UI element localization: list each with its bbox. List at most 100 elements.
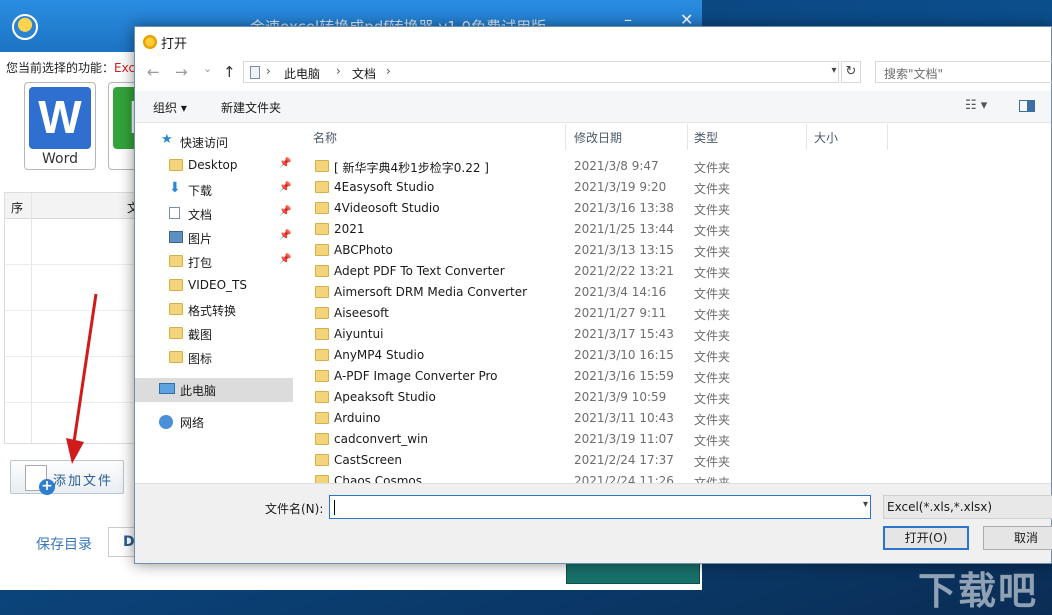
forward-arrow-icon[interactable]: → <box>175 63 188 81</box>
folder-icon <box>315 286 329 298</box>
column-header-type[interactable]: 类型 <box>694 129 718 146</box>
cancel-button[interactable]: 取消 <box>983 526 1052 550</box>
text-caret <box>334 500 335 515</box>
file-row[interactable]: CastScreen 2021/2/24 17:37 文件夹 <box>295 450 1052 471</box>
back-arrow-icon[interactable]: ← <box>147 63 160 81</box>
file-row[interactable]: Apeaksoft Studio 2021/3/9 10:59 文件夹 <box>295 387 1052 408</box>
dialog-footer: 文件名(N): ▾ Excel(*.xls,*.xlsx) 打开(O) 取消 <box>135 483 1052 563</box>
sidebar-item-desktop[interactable]: Desktop 📌 <box>135 154 293 178</box>
file-date: 2021/1/27 9:11 <box>574 306 667 320</box>
file-row[interactable]: cadconvert_win 2021/3/19 11:07 文件夹 <box>295 429 1052 450</box>
refresh-icon[interactable]: ↻ <box>841 61 861 83</box>
file-name: Aiseesoft <box>334 306 389 320</box>
file-type-filter[interactable]: Excel(*.xls,*.xlsx) <box>883 495 1052 519</box>
sidebar-item-this-pc[interactable]: 此电脑 <box>135 378 293 402</box>
sidebar-item-format-convert[interactable]: 格式转换 <box>135 298 293 322</box>
folder-icon <box>315 265 329 277</box>
folder-icon <box>169 303 183 315</box>
word-tool-button[interactable]: W Word <box>24 82 96 170</box>
file-row[interactable]: [ 新华字典4秒1步检字0.22 ] 2021/3/8 9:47 文件夹 <box>295 156 1052 177</box>
recent-locations-icon[interactable]: ⌄ <box>203 62 212 75</box>
file-date: 2021/3/9 10:59 <box>574 390 667 404</box>
folder-icon <box>315 391 329 403</box>
sidebar-item-label: 文档 <box>188 208 213 222</box>
breadcrumb-documents[interactable]: 文档 <box>352 65 376 82</box>
save-directory-input[interactable]: D <box>108 527 136 557</box>
folder-icon <box>315 307 329 319</box>
preview-pane-icon[interactable] <box>1019 100 1035 112</box>
column-header-size[interactable]: 大小 <box>814 129 838 146</box>
folder-icon <box>169 327 183 339</box>
up-arrow-icon[interactable]: ↑ <box>223 63 236 81</box>
word-icon: W <box>29 87 91 149</box>
document-icon <box>169 207 180 219</box>
file-row[interactable]: Aiyuntui 2021/3/17 15:43 文件夹 <box>295 324 1052 345</box>
table-row <box>5 219 143 265</box>
folder-icon <box>315 244 329 256</box>
breadcrumb-this-pc[interactable]: 此电脑 <box>284 65 320 82</box>
sidebar-item-pack[interactable]: 打包 📌 <box>135 250 293 274</box>
sidebar-item-pictures[interactable]: 图片 📌 <box>135 226 293 250</box>
file-row[interactable]: ABCPhoto 2021/3/13 13:15 文件夹 <box>295 240 1052 261</box>
column-divider[interactable] <box>565 124 566 150</box>
file-row[interactable]: 2021 2021/1/25 13:44 文件夹 <box>295 219 1052 240</box>
new-folder-button[interactable]: 新建文件夹 <box>221 99 281 116</box>
sort-ascending-icon: ⌃ <box>431 124 441 131</box>
app-logo-icon <box>12 14 38 40</box>
sidebar-item-screenshots[interactable]: 截图 <box>135 322 293 346</box>
file-type: 文件夹 <box>694 245 731 259</box>
sidebar-item-network[interactable]: 网络 <box>135 410 293 434</box>
folder-icon <box>315 202 329 214</box>
address-bar[interactable]: › 此电脑 › 文档 › <box>243 61 839 83</box>
file-name: 2021 <box>334 222 365 236</box>
search-input[interactable]: 搜索"文档" <box>875 61 1052 83</box>
file-name: Aiyuntui <box>334 327 384 341</box>
sidebar-item-label: 打包 <box>188 256 213 270</box>
column-header-name[interactable]: 名称 <box>313 129 337 146</box>
column-divider[interactable] <box>806 124 807 150</box>
file-row[interactable]: Aimersoft DRM Media Converter 2021/3/4 14… <box>295 282 1052 303</box>
word-tool-label: Word <box>42 151 78 167</box>
file-row[interactable]: Adept PDF To Text Converter 2021/2/22 13:… <box>295 261 1052 282</box>
column-divider[interactable] <box>887 124 888 150</box>
folder-icon <box>315 412 329 424</box>
sidebar-item-downloads[interactable]: ⬇ 下载 📌 <box>135 178 293 202</box>
chevron-down-icon[interactable]: ▾ <box>863 499 868 510</box>
file-date: 2021/3/11 10:43 <box>574 411 674 425</box>
organize-button[interactable]: 组织 ▾ <box>153 99 187 116</box>
sidebar-item-documents[interactable]: 文档 📌 <box>135 202 293 226</box>
sidebar-item-icons[interactable]: 图标 <box>135 346 293 370</box>
sidebar-item-video-ts[interactable]: VIDEO_TS <box>135 274 293 298</box>
open-button[interactable]: 打开(O) <box>883 526 969 550</box>
save-directory-label: 保存目录 <box>36 537 92 553</box>
file-row[interactable]: A-PDF Image Converter Pro 2021/3/16 15:59… <box>295 366 1052 387</box>
column-divider[interactable] <box>687 124 688 150</box>
file-name: Apeaksoft Studio <box>334 390 436 404</box>
file-name: ABCPhoto <box>334 243 393 257</box>
file-type: 文件夹 <box>694 308 731 322</box>
column-header-date[interactable]: 修改日期 <box>574 129 622 146</box>
file-row[interactable]: 4Easysoft Studio 2021/3/19 9:20 文件夹 <box>295 177 1052 198</box>
file-row[interactable]: AnyMP4 Studio 2021/3/10 16:15 文件夹 <box>295 345 1052 366</box>
filename-input[interactable]: ▾ <box>329 495 871 519</box>
sidebar-item-label: 此电脑 <box>180 384 217 398</box>
file-date: 2021/3/8 9:47 <box>574 159 659 173</box>
view-options-icon[interactable]: ☷ ▾ <box>965 98 987 113</box>
file-row[interactable]: Arduino 2021/3/11 10:43 文件夹 <box>295 408 1052 429</box>
file-row[interactable]: 4Videosoft Studio 2021/3/16 13:38 文件夹 <box>295 198 1052 219</box>
pin-icon: 📌 <box>279 206 292 217</box>
file-type: 文件夹 <box>694 287 731 301</box>
sidebar-item-quick-access[interactable]: ★ 快速访问 <box>135 130 293 154</box>
sidebar-item-label: 格式转换 <box>188 304 237 318</box>
folder-icon <box>315 181 329 193</box>
file-name: A-PDF Image Converter Pro <box>334 369 498 383</box>
folder-icon <box>315 223 329 235</box>
file-date: 2021/2/24 17:37 <box>574 453 674 467</box>
file-date: 2021/3/19 9:20 <box>574 180 667 194</box>
function-label: 您当前选择的功能： <box>6 61 115 75</box>
file-row[interactable]: Chaos Cosmos 2021/2/24 11:26 文件夹 <box>295 471 1052 483</box>
convert-button[interactable] <box>566 562 700 584</box>
file-row[interactable]: Aiseesoft 2021/1/27 9:11 文件夹 <box>295 303 1052 324</box>
file-name: Arduino <box>334 411 381 425</box>
computer-icon <box>159 383 175 394</box>
